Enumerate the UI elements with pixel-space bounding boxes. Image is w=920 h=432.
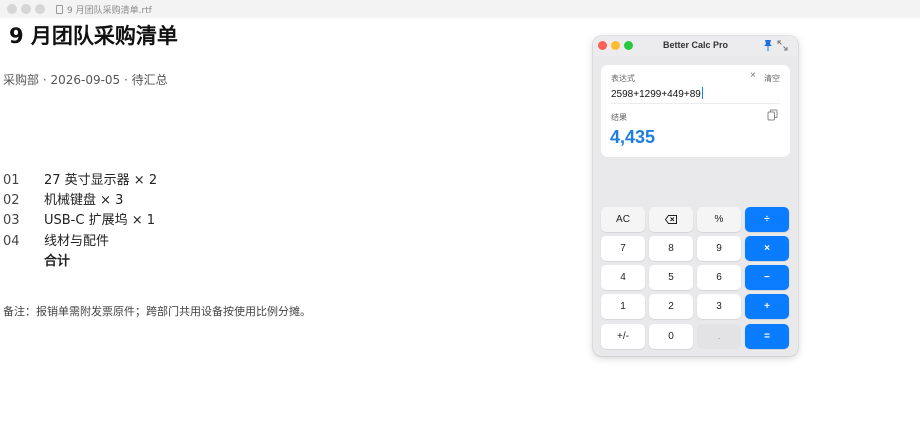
document-note[interactable]: 备注：报销单需附发票原件；跨部门共用设备按使用比例分摊。 (3, 303, 311, 319)
ac-key[interactable]: AC (601, 207, 645, 232)
list-item[interactable]: 01 27 英寸显示器 × 2 (3, 169, 157, 188)
multiply-key[interactable]: × (745, 236, 789, 261)
item-text: 27 英寸显示器 × 2 (44, 173, 158, 188)
document-file-icon (56, 5, 63, 14)
sign-toggle-key[interactable]: +/- (601, 324, 645, 349)
digit-3-key[interactable]: 3 (697, 294, 741, 319)
digit-5-key[interactable]: 5 (649, 265, 693, 290)
backspace-key[interactable] (649, 207, 693, 232)
expression-label: 表达式 (611, 74, 635, 83)
digit-0-key[interactable]: 0 (649, 324, 693, 349)
digit-1-key[interactable]: 1 (601, 294, 645, 319)
expand-icon[interactable] (777, 40, 788, 51)
item-number: 02 (3, 193, 20, 208)
digit-4-key[interactable]: 4 (601, 265, 645, 290)
total-label: 合计 (44, 254, 71, 269)
add-key[interactable]: + (745, 294, 789, 319)
subtract-key[interactable]: − (745, 265, 789, 290)
minimize-window-button[interactable] (21, 4, 31, 14)
equals-key[interactable]: = (745, 324, 789, 349)
digit-6-key[interactable]: 6 (697, 265, 741, 290)
list-item[interactable]: 04 线材与配件 (3, 230, 109, 249)
result-value: 4,435 (610, 127, 656, 147)
document-meta[interactable]: 采购部 · 2026-09-05 · 待汇总 (3, 71, 168, 88)
calculator-titlebar[interactable]: Better Calc Pro (593, 36, 798, 56)
text-caret (701, 87, 703, 99)
digit-7-key[interactable]: 7 (601, 236, 645, 261)
item-number: 01 (3, 173, 20, 188)
item-text: 机械键盘 × 3 (44, 193, 124, 208)
digit-9-key[interactable]: 9 (697, 236, 741, 261)
pin-icon[interactable] (763, 39, 773, 52)
close-window-button[interactable] (7, 4, 17, 14)
divide-key[interactable]: ÷ (745, 207, 789, 232)
clear-button[interactable]: 清空 (764, 73, 780, 84)
calculator-window: Better Calc Pro 表达式 × 清空 2598+1299+449+8… (593, 36, 798, 356)
document-window-title: 9 月团队采购清单.rtf (56, 3, 152, 16)
digit-2-key[interactable]: 2 (649, 294, 693, 319)
expression-input[interactable]: 2598+1299+449+89 (611, 87, 703, 100)
total-row[interactable]: 合计 (3, 250, 70, 269)
document-titlebar: 9 月团队采购清单.rtf (0, 0, 920, 18)
backspace-icon (665, 215, 677, 224)
zoom-window-button[interactable] (35, 4, 45, 14)
display-divider (611, 103, 780, 104)
item-text: 线材与配件 (44, 234, 110, 249)
percent-key[interactable]: % (697, 207, 741, 232)
calculator-display: 表达式 × 清空 2598+1299+449+89 结果 4,435 (601, 65, 790, 157)
document-title-text: 9 月团队采购清单.rtf (67, 6, 152, 16)
clear-icon[interactable]: × (750, 70, 756, 81)
expression-text: 2598+1299+449+89 (611, 89, 701, 100)
item-text: USB-C 扩展坞 × 1 (44, 213, 156, 228)
digit-8-key[interactable]: 8 (649, 236, 693, 261)
decimal-key[interactable]: . (697, 324, 741, 349)
result-label: 结果 (611, 113, 627, 122)
item-number: 04 (3, 234, 20, 249)
copy-icon[interactable] (767, 109, 778, 121)
list-item[interactable]: 03 USB-C 扩展坞 × 1 (3, 209, 155, 228)
item-number: 03 (3, 213, 20, 228)
list-item[interactable]: 02 机械键盘 × 3 (3, 189, 123, 208)
document-heading[interactable]: 9 月团队采购清单 (9, 20, 178, 50)
